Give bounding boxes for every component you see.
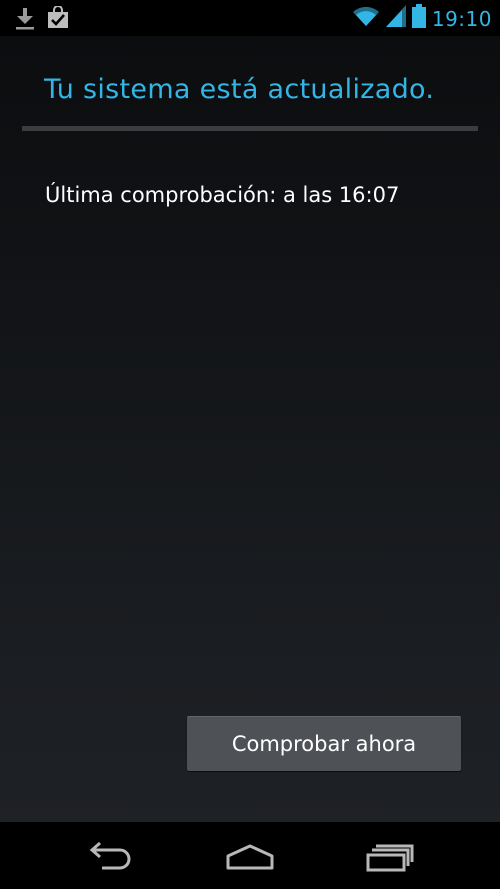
- page-title: Tu sistema está actualizado.: [44, 74, 435, 105]
- check-now-button[interactable]: Comprobar ahora: [187, 716, 461, 771]
- back-button[interactable]: [80, 838, 140, 874]
- back-icon: [89, 841, 131, 870]
- download-icon: [14, 6, 36, 35]
- home-button[interactable]: [220, 838, 280, 874]
- system-indicators: 19:10: [352, 4, 492, 33]
- recent-apps-button[interactable]: [360, 838, 420, 874]
- battery-icon: [411, 4, 426, 33]
- market-bag-check-icon: [46, 5, 70, 35]
- recent-apps-icon: [366, 844, 414, 872]
- title-divider: [22, 126, 478, 131]
- home-icon: [226, 844, 274, 870]
- status-bar: 19:10: [0, 0, 500, 36]
- system-update-screen: 19:10 Tu sistema está actualizado. Últim…: [0, 0, 500, 889]
- wifi-icon: [352, 5, 380, 32]
- last-check-text: Última comprobación: a las 16:07: [45, 183, 400, 207]
- navigation-bar: [0, 822, 500, 889]
- notification-icons: [14, 5, 70, 35]
- signal-icon: [385, 5, 406, 32]
- status-clock: 19:10: [431, 6, 492, 31]
